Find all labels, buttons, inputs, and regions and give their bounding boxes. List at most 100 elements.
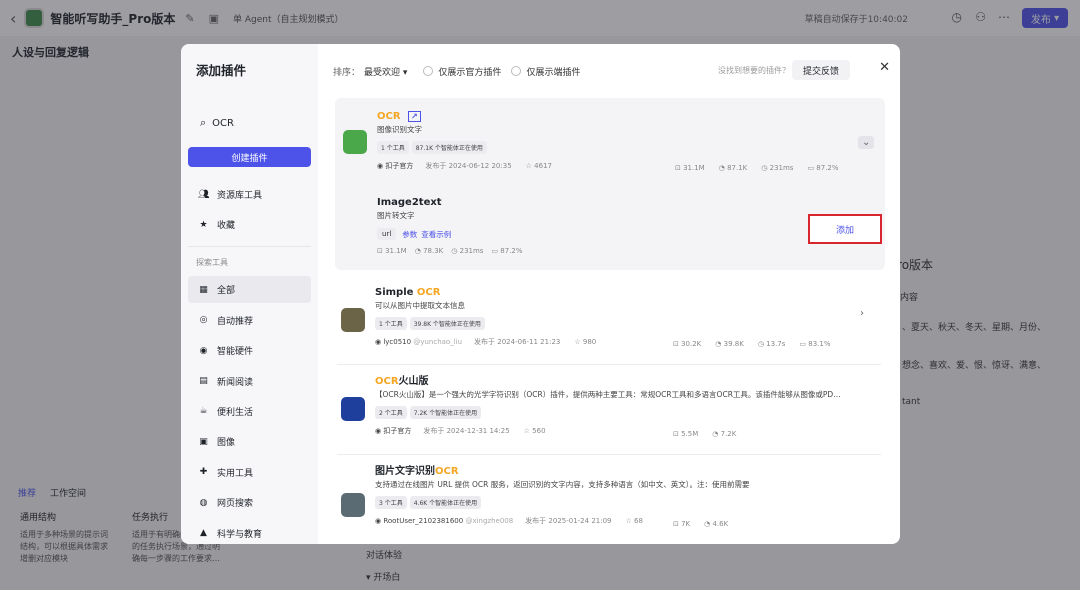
ocr-eye-logo-icon xyxy=(341,308,365,332)
scanner-logo-icon xyxy=(341,493,365,517)
favorites-count: ☆ 68 xyxy=(625,517,643,525)
plugin-description: 【OCR火山版】是一个强大的光学字符识别（OCR）插件，提供两种主要工具：常规O… xyxy=(375,390,841,399)
search-input[interactable]: ⌕ OCR xyxy=(188,111,311,135)
favorites-count: ☆ 560 xyxy=(523,427,546,435)
not-found-hint: 没找到想要的插件？ xyxy=(718,66,790,75)
stat-latency: ◷ 13.7s xyxy=(757,340,786,348)
sidebar-item-label: 网页搜索 xyxy=(217,499,254,510)
sidebar-item-label: 便利生活 xyxy=(217,407,254,418)
plugin-stats: ⊡ 7K ◔ 4.6K xyxy=(673,520,728,528)
divider xyxy=(188,246,311,248)
add-plugin-dialog: 添加插件 ⌕ OCR 创建插件 👥︎ 资源库工具 ★ 收藏 探索工具 ▦ 全部 … xyxy=(181,44,900,544)
sidebar-item-label: 自动推荐 xyxy=(217,316,254,327)
stat-calls: ⊡ 31.1M xyxy=(377,247,407,255)
sort-label: 排序： xyxy=(333,67,361,78)
publish-date: 发布于 2024-06-12 20:35 xyxy=(425,162,512,170)
stat-latency: ◷ 231ms xyxy=(451,247,484,255)
sidebar-item-label: 新闻阅读 xyxy=(217,377,254,388)
stat-success: ▭ 87.2% xyxy=(807,164,839,172)
tool-description: 图片转文字 xyxy=(377,211,415,220)
plugin-name: Simple OCR xyxy=(375,287,441,298)
add-tool-button[interactable]: 添加 xyxy=(808,214,882,244)
stat-bots: ◔ 87.1K xyxy=(718,164,748,172)
sidebar-item-label: 全部 xyxy=(217,286,236,297)
sidebar-item-web-search[interactable]: ◍ 网页搜索 xyxy=(188,489,311,516)
radio-circle[interactable] xyxy=(423,66,434,76)
tool-stats: ⊡ 31.1M ◔ 78.3K ◷ 231ms ▭ 87.2% xyxy=(377,247,523,255)
sidebar-item-library[interactable]: 👥︎ 资源库工具 xyxy=(188,181,311,208)
sidebar-item-utility[interactable]: ✚ 实用工具 xyxy=(188,459,311,486)
stat-bots: ◔ 39.8K xyxy=(715,340,744,348)
plugin-stats: ⊡ 5.5M ◔ 7.2K xyxy=(673,430,736,438)
volcano-logo-icon xyxy=(341,397,365,421)
tool-item[interactable]: Image2text 图片转文字 url 参数 查看示例 ⊡ 31.1M ◔ 7… xyxy=(377,196,523,255)
plugin-item[interactable]: OCR火山版 【OCR火山版】是一个强大的光学字符识别（OCR）插件，提供两种主… xyxy=(333,365,885,454)
plugin-card-expanded[interactable]: OCR ↗ 图像识别文字 1 个工具 87.1K 个智能体正在使用 ◉ 扣子官方… xyxy=(335,98,885,270)
plugin-stats: ⊡ 31.1M ◔ 87.1K ◷ 231ms ▭ 87.2% xyxy=(675,164,839,172)
plugin-item[interactable]: OCR ↗ 图像识别文字 1 个工具 87.1K 个智能体正在使用 ◉ 扣子官方… xyxy=(335,98,885,172)
sidebar-item-label: 科学与教育 xyxy=(217,529,263,540)
feedback-button[interactable]: 提交反馈 xyxy=(792,60,850,80)
usage-badge: 4.6K 个智能体正在使用 xyxy=(409,496,482,509)
sidebar-item-all[interactable]: ▦ 全部 xyxy=(188,276,311,304)
coffee-icon: ☕︎ xyxy=(199,406,208,417)
search-value: OCR xyxy=(212,117,234,129)
sidebar-item-education[interactable]: ▲ 科学与教育 xyxy=(188,520,311,544)
sidebar-item-news[interactable]: ▤ 新闻阅读 xyxy=(188,368,311,395)
radio-label: 仅展示官方插件 xyxy=(438,67,502,78)
close-icon[interactable]: ✕ xyxy=(879,60,890,75)
author: ◉ lyc0510 @yunchao_liu xyxy=(375,338,463,346)
graduation-icon: ▲ xyxy=(200,528,207,539)
sidebar-item-label: 收藏 xyxy=(217,221,236,232)
tool-count-badge: 3 个工具 xyxy=(375,496,407,509)
publish-date: 发布于 2024-12-31 14:25 xyxy=(423,427,510,435)
plugin-description: 可以从图片中提取文本信息 xyxy=(375,301,465,310)
radio-label: 仅展示端插件 xyxy=(526,67,581,78)
plugin-item[interactable]: 图片文字识别OCR 支持通过在线图片 URL 提供 OCR 服务，返回识别的文字… xyxy=(333,455,885,544)
sidebar-item-auto[interactable]: ◎ 自动推荐 xyxy=(188,307,311,334)
auto-icon: ◎ xyxy=(199,315,208,326)
plugin-name: 图片文字识别OCR xyxy=(375,466,459,477)
stat-latency: ◷ 231ms xyxy=(761,164,794,172)
sidebar-item-label: 实用工具 xyxy=(217,468,254,479)
external-link-icon[interactable]: ↗ xyxy=(408,111,421,122)
globe-icon: ◍ xyxy=(199,497,208,508)
sidebar-item-favorites[interactable]: ★ 收藏 xyxy=(188,211,311,238)
tool-count-badge: 1 个工具 xyxy=(375,317,407,330)
author: ◉ 扣子官方 xyxy=(375,427,412,435)
param-tag: url xyxy=(377,228,397,240)
favorites-count: ☆ 980 xyxy=(574,338,597,346)
official-only-radio[interactable]: 仅展示官方插件 xyxy=(423,65,501,78)
chevron-down-icon[interactable]: ⌄ xyxy=(858,136,875,149)
create-plugin-button[interactable]: 创建插件 xyxy=(188,147,311,167)
usage-badge: 7.2K 个智能体正在使用 xyxy=(409,406,482,419)
tool-name: Image2text xyxy=(377,197,442,208)
edge-only-radio[interactable]: 仅展示端插件 xyxy=(511,65,580,78)
publish-date: 发布于 2024-06-11 21:23 xyxy=(474,338,561,346)
plugin-item[interactable]: Simple OCR 可以从图片中提取文本信息 1 个工具 39.8K 个智能体… xyxy=(333,270,885,364)
favorites-count: ☆ 4617 xyxy=(525,162,552,170)
sidebar-item-image[interactable]: ▣ 图像 xyxy=(188,428,311,455)
publish-date: 发布于 2025-01-24 21:09 xyxy=(525,517,612,525)
stat-calls: ⊡ 5.5M xyxy=(673,430,699,438)
chevron-right-icon[interactable]: › xyxy=(860,308,864,319)
example-link[interactable]: 查看示例 xyxy=(421,229,451,240)
tool-count-badge: 1 个工具 xyxy=(377,141,409,154)
dialog-title: 添加插件 xyxy=(196,63,247,78)
sidebar-item-life[interactable]: ☕︎ 便利生活 xyxy=(188,398,311,425)
news-icon: ▤ xyxy=(199,376,208,387)
stat-success: ▭ 87.2% xyxy=(491,247,523,255)
stat-calls: ⊡ 30.2K xyxy=(673,340,702,348)
author: ◉ 扣子官方 xyxy=(377,162,414,170)
stat-success: ▭ 83.1% xyxy=(799,340,831,348)
sort-select[interactable]: 最受欢迎 ▾ xyxy=(364,65,407,78)
users-icon: 👥︎ xyxy=(198,189,210,200)
hardware-icon: ◉ xyxy=(199,345,208,356)
star-icon: ★ xyxy=(199,219,208,230)
radio-circle[interactable] xyxy=(511,66,522,76)
params-link[interactable]: 参数 xyxy=(402,229,417,240)
wrench-icon: ✚ xyxy=(199,467,208,478)
plugin-description: 支持通过在线图片 URL 提供 OCR 服务，返回识别的文字内容，支持多种语言（… xyxy=(375,480,750,489)
usage-badge: 39.8K 个智能体正在使用 xyxy=(409,317,485,330)
sidebar-item-hardware[interactable]: ◉ 智能硬件 xyxy=(188,337,311,364)
